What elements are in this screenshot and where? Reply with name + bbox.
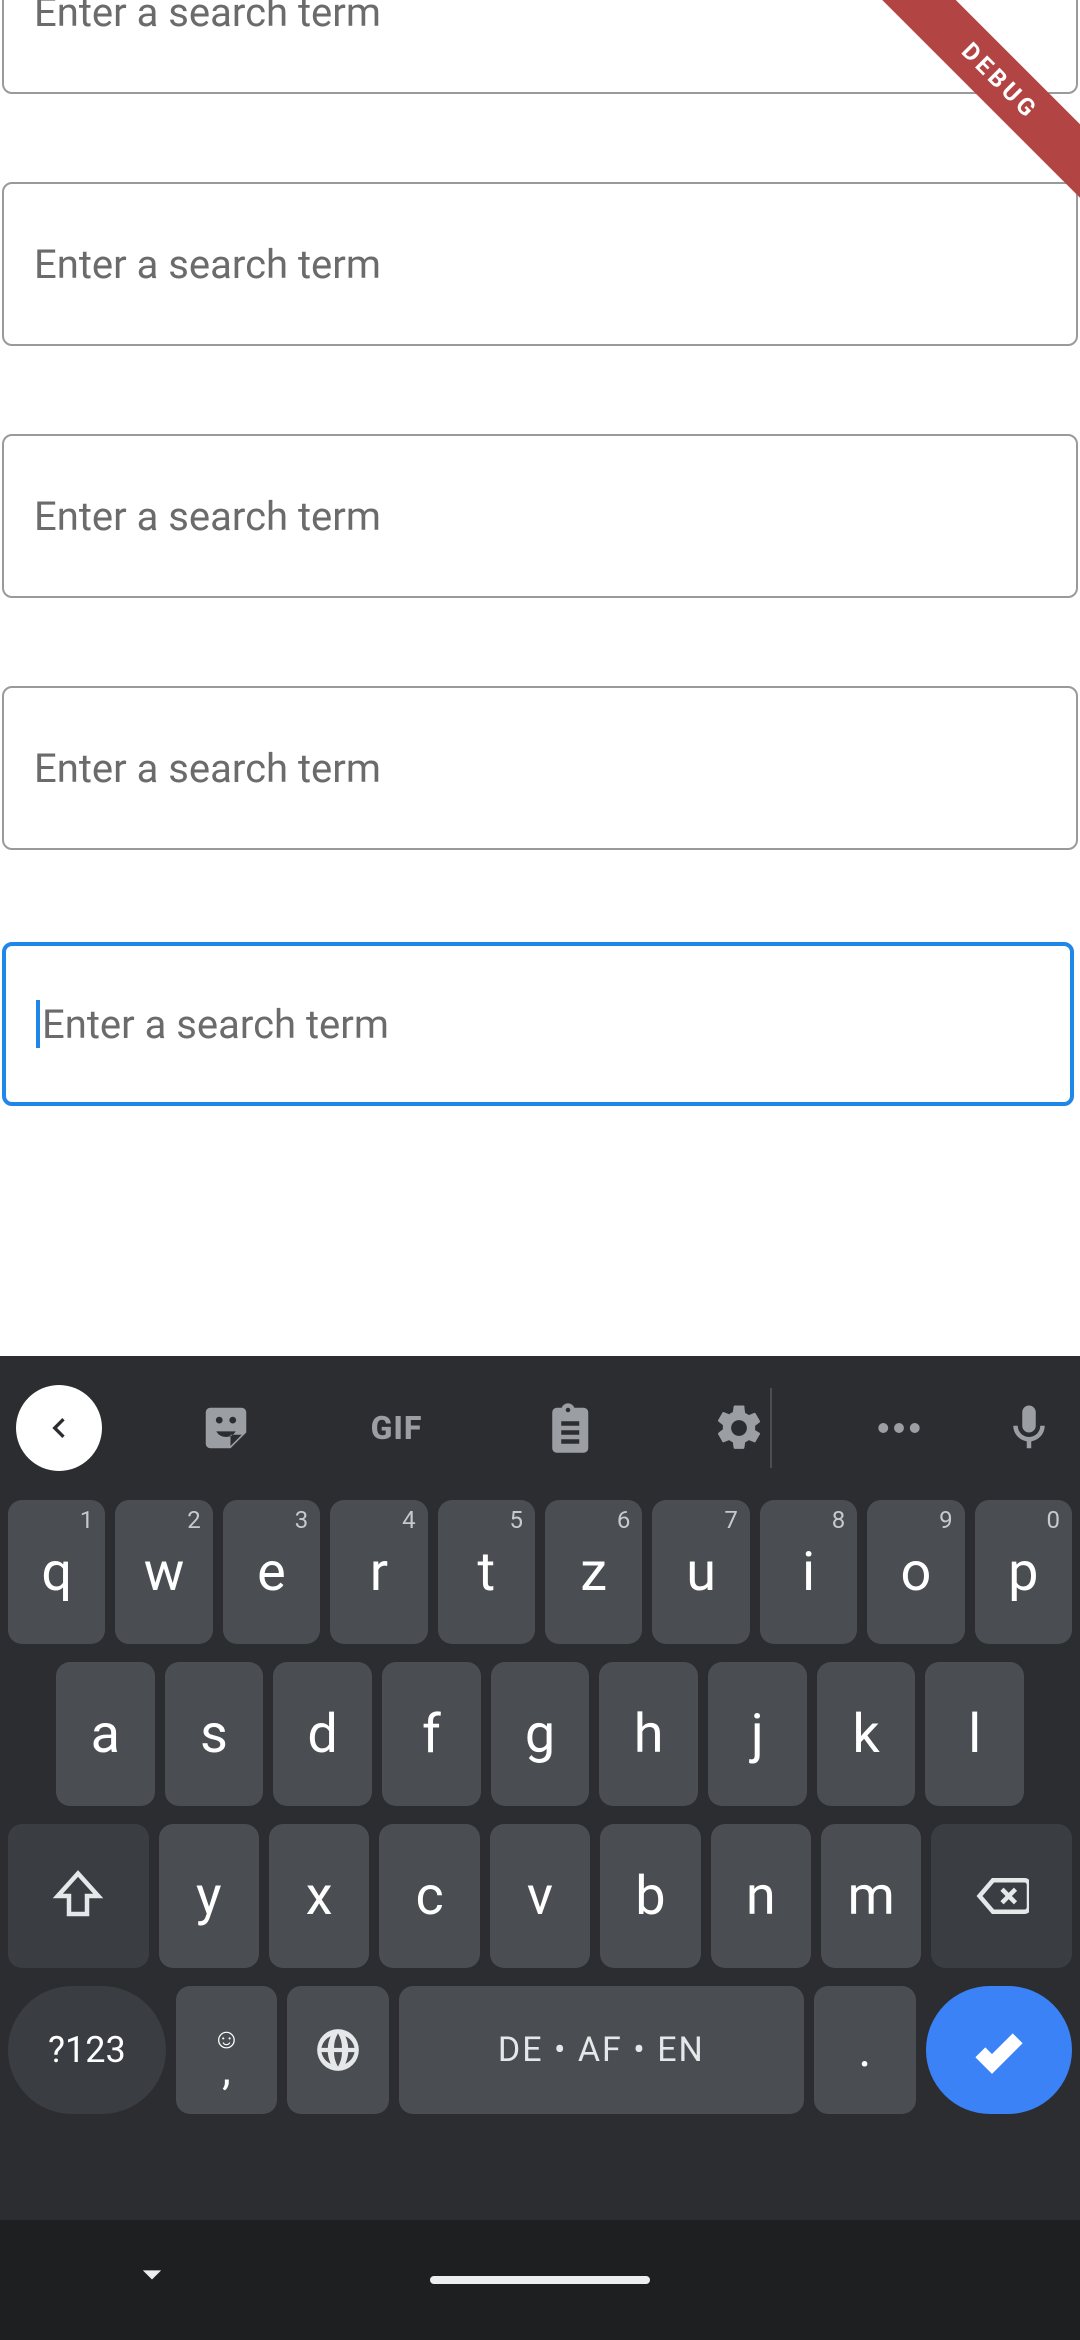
key-b[interactable]: b [600, 1824, 700, 1968]
comma-label: , [222, 2059, 231, 2079]
key-backspace[interactable] [931, 1824, 1072, 1968]
key-w[interactable]: 2w [115, 1500, 212, 1644]
key-p[interactable]: 0p [975, 1500, 1072, 1644]
key-v[interactable]: v [490, 1824, 590, 1968]
keyboard-row-3: yxcvbnm [8, 1824, 1072, 1968]
chevron-down-icon [130, 2252, 174, 2296]
clipboard-button[interactable] [533, 1393, 603, 1463]
gif-button[interactable]: GIF [362, 1393, 432, 1463]
sticker-icon [199, 1401, 253, 1455]
key-t[interactable]: 5t [438, 1500, 535, 1644]
key-symbols[interactable]: ?123 [8, 1986, 166, 2114]
more-button[interactable] [864, 1393, 934, 1463]
keyboard-collapse-button[interactable] [16, 1385, 102, 1471]
key-x[interactable]: x [269, 1824, 369, 1968]
key-c[interactable]: c [379, 1824, 479, 1968]
key-i[interactable]: 8i [760, 1500, 857, 1644]
key-z[interactable]: 6z [545, 1500, 642, 1644]
key-g[interactable]: g [491, 1662, 590, 1806]
voice-input-button[interactable] [994, 1393, 1064, 1463]
key-d[interactable]: d [273, 1662, 372, 1806]
hide-keyboard-button[interactable] [130, 2252, 174, 2300]
search-field-3[interactable]: Enter a search term [2, 434, 1078, 598]
key-s[interactable]: s [165, 1662, 264, 1806]
key-y[interactable]: y [159, 1824, 259, 1968]
key-e[interactable]: 3e [223, 1500, 320, 1644]
keyboard-row-bottom: ?123 ☺ , DE • AF • EN . [8, 1986, 1072, 2114]
key-n[interactable]: n [711, 1824, 811, 1968]
key-m[interactable]: m [821, 1824, 921, 1968]
search-placeholder: Enter a search term [42, 1001, 389, 1048]
key-q[interactable]: 1q [8, 1500, 105, 1644]
shift-icon [51, 1869, 105, 1923]
toolbar-divider [770, 1388, 772, 1468]
backspace-icon [975, 1869, 1029, 1923]
keyboard-row-1: 1q2w3e4r5t6z7u8i9o0p [8, 1500, 1072, 1644]
search-placeholder: Enter a search term [34, 241, 381, 288]
search-field-focused[interactable]: Enter a search term [2, 942, 1074, 1106]
globe-icon [313, 2025, 363, 2075]
more-horizontal-icon [872, 1401, 926, 1455]
soft-keyboard: GIF 1q2w3e4r5t6z7u8i9o0p asdfghjkl yxcvb… [0, 1356, 1080, 2340]
key-enter[interactable] [926, 1986, 1072, 2114]
microphone-icon [1002, 1401, 1056, 1455]
check-icon [971, 2022, 1027, 2078]
app-content-area: 17:19 100 % DEBUG Enter a search term En… [0, 0, 1080, 1356]
search-placeholder: Enter a search term [34, 493, 381, 540]
key-language-switch[interactable] [287, 1986, 388, 2114]
navigation-bar [0, 2220, 1080, 2340]
key-a[interactable]: a [56, 1662, 155, 1806]
search-field-1[interactable]: Enter a search term [2, 0, 1078, 94]
sticker-button[interactable] [191, 1393, 261, 1463]
chevron-left-icon [39, 1408, 79, 1448]
gif-label: GIF [371, 1409, 423, 1447]
key-h[interactable]: h [599, 1662, 698, 1806]
clipboard-icon [541, 1401, 595, 1455]
home-indicator[interactable] [430, 2276, 650, 2284]
keyboard-row-2: asdfghjkl [8, 1662, 1072, 1806]
gear-icon [712, 1401, 766, 1455]
search-placeholder: Enter a search term [34, 0, 381, 36]
key-u[interactable]: 7u [652, 1500, 749, 1644]
key-o[interactable]: 9o [867, 1500, 964, 1644]
keyboard-toolbar: GIF [0, 1356, 1080, 1500]
key-r[interactable]: 4r [330, 1500, 427, 1644]
key-space[interactable]: DE • AF • EN [399, 1986, 805, 2114]
text-caret [36, 1000, 40, 1048]
key-f[interactable]: f [382, 1662, 481, 1806]
key-shift[interactable] [8, 1824, 149, 1968]
key-j[interactable]: j [708, 1662, 807, 1806]
key-period[interactable]: . [814, 1986, 915, 2114]
key-k[interactable]: k [817, 1662, 916, 1806]
settings-button[interactable] [704, 1393, 774, 1463]
key-emoji-comma[interactable]: ☺ , [176, 1986, 277, 2114]
key-l[interactable]: l [925, 1662, 1024, 1806]
search-field-2[interactable]: Enter a search term [2, 182, 1078, 346]
